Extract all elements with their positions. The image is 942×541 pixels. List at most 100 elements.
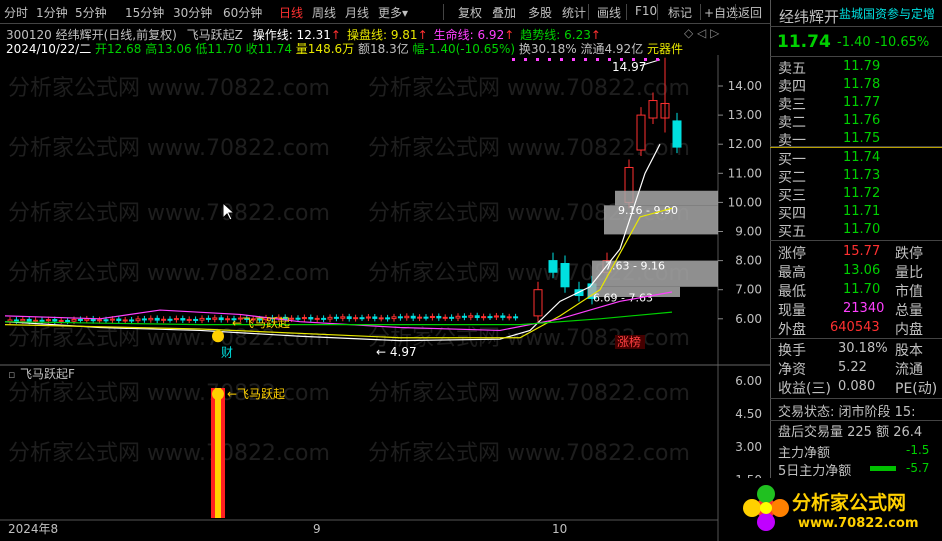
toolbar-item[interactable]: 更多▾ bbox=[378, 4, 408, 21]
stat-label: 最高 bbox=[778, 265, 806, 281]
zhangting-marker: 涨榜 bbox=[617, 334, 641, 349]
candle bbox=[103, 319, 109, 322]
toolbar-item[interactable]: 画线 bbox=[597, 4, 621, 21]
candle bbox=[167, 318, 173, 321]
candle bbox=[327, 316, 333, 320]
collapse-icon[interactable]: ▫ bbox=[8, 368, 15, 381]
lower-panel-title: 飞马跃起F bbox=[20, 367, 75, 381]
candle bbox=[487, 316, 493, 319]
toolbar-item[interactable]: 1分钟 bbox=[36, 4, 68, 21]
candle bbox=[308, 317, 314, 320]
candle bbox=[404, 315, 410, 319]
price-tick: 7.00 bbox=[735, 283, 762, 297]
candle bbox=[340, 316, 346, 319]
candle bbox=[84, 318, 90, 321]
zone-label: 6.69 - 7.63 bbox=[593, 291, 653, 304]
candle bbox=[116, 318, 122, 321]
peak-label: 14.97 bbox=[612, 60, 646, 74]
toolbar-item[interactable]: 复权 bbox=[458, 4, 482, 21]
toolbar-item[interactable]: F10 bbox=[635, 4, 657, 18]
flow5-value: -5.7 bbox=[906, 461, 930, 475]
candle bbox=[148, 317, 154, 321]
logo-url: www.70822.com bbox=[798, 516, 919, 531]
money-bag-icon bbox=[212, 330, 224, 343]
toolbar-separator bbox=[700, 4, 701, 20]
stat-value: 15.77 bbox=[843, 244, 881, 259]
sector-name[interactable]: 盐城国资参与定增 bbox=[839, 5, 939, 22]
stat2-value: 30.18% bbox=[838, 341, 888, 356]
watermark: 分析家公式网 www.70822.com bbox=[8, 136, 330, 161]
signal-dot bbox=[644, 58, 647, 61]
candle bbox=[365, 316, 371, 319]
lower-tick: 6.00 bbox=[735, 374, 762, 388]
info-float: 流通4.92亿 bbox=[580, 42, 644, 56]
toolbar-item[interactable]: 标记 bbox=[668, 4, 692, 21]
candle bbox=[410, 315, 416, 319]
signal-bar-inner bbox=[215, 388, 221, 518]
toolbar-item[interactable]: +自选 bbox=[704, 4, 738, 21]
signal-dot bbox=[632, 58, 635, 61]
stat-label-right: 市值 bbox=[895, 284, 923, 300]
kline-chart[interactable]: 分析家公式网 www.70822.com 分析家公式网 www.70822.com… bbox=[0, 55, 770, 541]
lower-label: ←飞马跃起 bbox=[227, 387, 285, 401]
toolbar-item[interactable]: 叠加 bbox=[492, 4, 516, 21]
bid-label: 买三 bbox=[778, 188, 806, 204]
ask-label: 卖三 bbox=[778, 97, 806, 113]
toolbar-item[interactable]: 5分钟 bbox=[75, 4, 107, 21]
price-tick: 9.00 bbox=[735, 225, 762, 239]
candle bbox=[442, 316, 448, 319]
bid-price: 11.71 bbox=[843, 204, 881, 219]
candle bbox=[193, 318, 199, 321]
candle bbox=[20, 318, 26, 322]
bid-price: 11.72 bbox=[843, 186, 881, 201]
signal-dot bbox=[572, 58, 575, 61]
ask-label: 卖二 bbox=[778, 115, 806, 131]
stat2-label-right: 流通 bbox=[895, 362, 923, 378]
candle bbox=[154, 317, 160, 321]
toolbar-separator bbox=[443, 4, 444, 20]
ask-price: 11.75 bbox=[843, 131, 881, 146]
stat-label-right: 量比 bbox=[895, 265, 923, 281]
candle bbox=[97, 319, 103, 322]
logo-flower-icon bbox=[743, 485, 789, 531]
watermark: 分析家公式网 www.70822.com bbox=[368, 76, 690, 101]
toolbar-item[interactable]: 60分钟 bbox=[223, 4, 262, 21]
toolbar-item[interactable]: 周线 bbox=[312, 4, 336, 21]
price-tick: 13.00 bbox=[728, 108, 762, 122]
candle bbox=[372, 316, 378, 319]
candle bbox=[359, 317, 365, 320]
candle bbox=[417, 316, 423, 319]
candle bbox=[45, 319, 51, 322]
stat2-label: 收益(三) bbox=[778, 381, 831, 397]
signal-dot bbox=[536, 58, 539, 61]
divider bbox=[770, 56, 942, 57]
toolbar-item[interactable]: 多股 bbox=[528, 4, 552, 21]
candle bbox=[135, 318, 141, 322]
candle bbox=[26, 318, 32, 322]
candle bbox=[301, 317, 307, 320]
candle bbox=[205, 317, 211, 320]
bid-price: 11.74 bbox=[843, 150, 881, 165]
toolbar-item[interactable]: 分时 bbox=[4, 4, 28, 21]
toolbar-item[interactable]: 返回 bbox=[738, 4, 762, 21]
candle bbox=[636, 114, 646, 151]
stock-name: 经纬辉开 bbox=[779, 8, 840, 26]
candle bbox=[77, 318, 83, 321]
main-flow-label: 主力净额 bbox=[778, 446, 831, 461]
candle bbox=[65, 319, 71, 322]
toggle-icons[interactable]: ◇ ◁ ▷ bbox=[684, 26, 719, 40]
toolbar-item[interactable]: 日线 bbox=[279, 4, 303, 21]
stat2-value: 5.22 bbox=[838, 360, 867, 375]
toolbar-item[interactable]: 统计 bbox=[562, 4, 586, 21]
toolbar-item[interactable]: 30分钟 bbox=[173, 4, 212, 21]
signal-dot bbox=[656, 58, 659, 61]
stat2-label: 换手 bbox=[778, 343, 806, 359]
toolbar-item[interactable]: 月线 bbox=[345, 4, 369, 21]
info-date: 2024/10/22/二 bbox=[6, 42, 92, 56]
info-sector: 元器件 bbox=[647, 42, 684, 56]
candle bbox=[333, 316, 339, 319]
price-tick: 11.00 bbox=[728, 166, 762, 180]
toolbar-item[interactable]: 15分钟 bbox=[125, 4, 164, 21]
ask-label: 卖一 bbox=[778, 133, 806, 149]
stat-value: 640543 bbox=[830, 320, 880, 335]
